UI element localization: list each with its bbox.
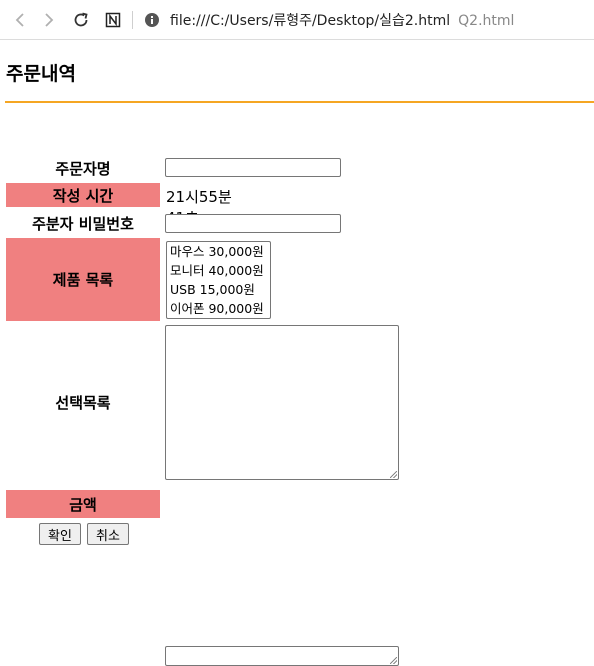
site-info-button[interactable] [139, 7, 165, 33]
product-option[interactable]: USB 15,000원 [170, 280, 270, 299]
selected-label: 선택목록 [55, 394, 111, 412]
reload-icon [74, 12, 88, 26]
resize-handle-icon[interactable] [390, 657, 397, 664]
page-title: 주문내역 [6, 63, 76, 85]
product-option[interactable]: 마우스 30,000원 [170, 242, 270, 261]
address-url: file:///C:/Users/류형주/Desktop/실습2.html [170, 12, 451, 29]
product-option[interactable]: 모니터 40,000원 [170, 261, 270, 280]
back-button[interactable] [7, 7, 33, 33]
amount-label: 금액 [6, 490, 160, 518]
browser-toolbar: file:///C:/Users/류형주/Desktop/실습2.html Q2.… [0, 0, 594, 40]
products-listbox[interactable]: 마우스 30,000원 모니터 40,000원 USB 15,000원 이어폰 … [166, 241, 271, 319]
title-divider [5, 101, 594, 103]
cancel-button[interactable]: 취소 [87, 523, 129, 545]
products-label: 제품 목록 [6, 238, 160, 321]
password-label: 주분자 비밀번호 [32, 214, 134, 233]
amount-textarea[interactable] [165, 646, 399, 666]
info-icon [145, 12, 159, 27]
forward-arrow-icon [45, 12, 54, 27]
confirm-button[interactable]: 확인 [39, 523, 81, 545]
toolbar-divider [132, 10, 133, 29]
extension-button[interactable] [100, 7, 126, 33]
password-input[interactable] [165, 214, 341, 233]
selected-textarea[interactable] [165, 325, 399, 480]
notion-icon [105, 12, 121, 27]
address-bar[interactable]: file:///C:/Users/류형주/Desktop/실습2.html Q2.… [170, 10, 514, 30]
address-page-title: Q2.html [458, 12, 515, 29]
reload-button[interactable] [68, 7, 94, 33]
back-arrow-icon [15, 12, 24, 27]
forward-button[interactable] [36, 7, 62, 33]
order-form: 주문자명 작성 시간 21시55분41초 주분자 비밀번호 제품 목록 마우스 … [6, 116, 399, 666]
orderer-label: 주문자명 [55, 159, 111, 178]
time-label: 작성 시간 [6, 183, 160, 207]
product-option[interactable]: 이어폰 90,000원 [170, 299, 270, 318]
resize-handle-icon[interactable] [390, 471, 397, 478]
orderer-input[interactable] [165, 158, 341, 177]
